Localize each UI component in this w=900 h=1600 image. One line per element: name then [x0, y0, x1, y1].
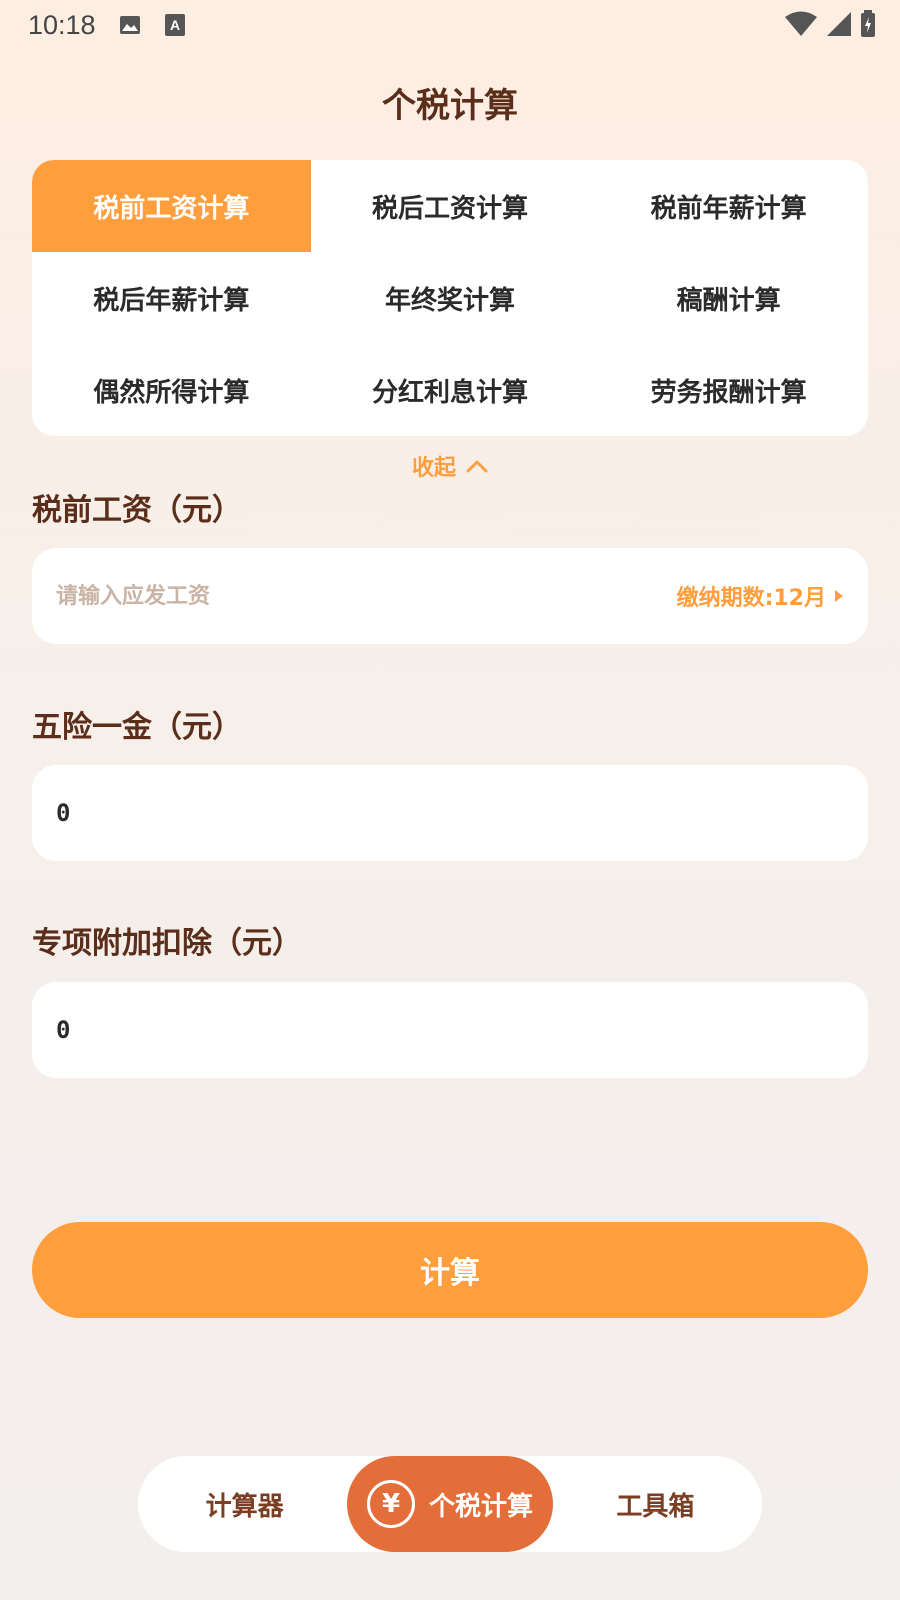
collapse-label: 收起	[411, 456, 456, 481]
cellular-signal-icon	[826, 11, 852, 44]
svg-text:A: A	[170, 17, 180, 33]
insurance-input[interactable]: 0	[56, 799, 70, 827]
status-time: 10:18	[28, 9, 96, 40]
deduction-input[interactable]: 0	[56, 1016, 70, 1044]
tab-labor-remuneration[interactable]: 劳务报酬计算	[589, 344, 868, 436]
period-selector[interactable]: 缴纳期数:12月	[677, 580, 844, 612]
calculate-button[interactable]: 计算	[32, 1222, 868, 1318]
caret-right-icon	[834, 584, 844, 609]
nav-toolbox-label: 工具箱	[616, 1491, 695, 1522]
tab-year-end-bonus[interactable]: 年终奖计算	[311, 252, 590, 344]
tab-pre-tax-salary[interactable]: 税前工资计算	[32, 160, 311, 252]
deduction-input-box[interactable]: 0	[32, 982, 868, 1078]
insurance-input-box[interactable]: 0	[32, 765, 868, 861]
yen-icon: ¥	[366, 1480, 415, 1528]
salary-input[interactable]	[56, 583, 677, 609]
page-title: 个税计算	[382, 86, 518, 126]
deduction-label: 专项附加扣除（元）	[32, 926, 302, 961]
nav-toolbox[interactable]: 工具箱	[553, 1456, 758, 1552]
nav-calculator[interactable]: 计算器	[142, 1456, 347, 1552]
nav-tax-calc-label: 个税计算	[428, 1491, 533, 1522]
tab-after-tax-annual[interactable]: 税后年薪计算	[32, 252, 311, 344]
nav-tax-calc[interactable]: ¥ 个税计算	[347, 1456, 553, 1552]
salary-input-box: 缴纳期数:12月	[32, 548, 868, 644]
image-icon	[118, 13, 142, 37]
period-label: 缴纳期数:12月	[676, 586, 826, 611]
chevron-up-icon	[466, 454, 488, 479]
wifi-icon	[784, 10, 818, 45]
collapse-toggle[interactable]: 收起	[0, 450, 900, 482]
battery-charging-icon	[860, 10, 876, 45]
text-a-icon: A	[164, 13, 188, 37]
nav-calculator-label: 计算器	[205, 1491, 284, 1522]
salary-label: 税前工资（元）	[32, 493, 242, 528]
tab-pre-tax-annual[interactable]: 税前年薪计算	[589, 160, 868, 252]
tab-after-tax-salary[interactable]: 税后工资计算	[311, 160, 590, 252]
status-bar: 10:18 A	[0, 0, 900, 50]
tab-royalty[interactable]: 稿酬计算	[589, 252, 868, 344]
insurance-label: 五险一金（元）	[32, 710, 242, 745]
tab-incidental-income[interactable]: 偶然所得计算	[32, 344, 311, 436]
bottom-nav: 计算器 ¥ 个税计算 工具箱	[138, 1456, 762, 1552]
tab-dividend-interest[interactable]: 分红利息计算	[311, 344, 590, 436]
status-right	[784, 10, 876, 45]
calc-type-tabs: 税前工资计算 税后工资计算 税前年薪计算 税后年薪计算 年终奖计算 稿酬计算 偶…	[32, 160, 868, 436]
